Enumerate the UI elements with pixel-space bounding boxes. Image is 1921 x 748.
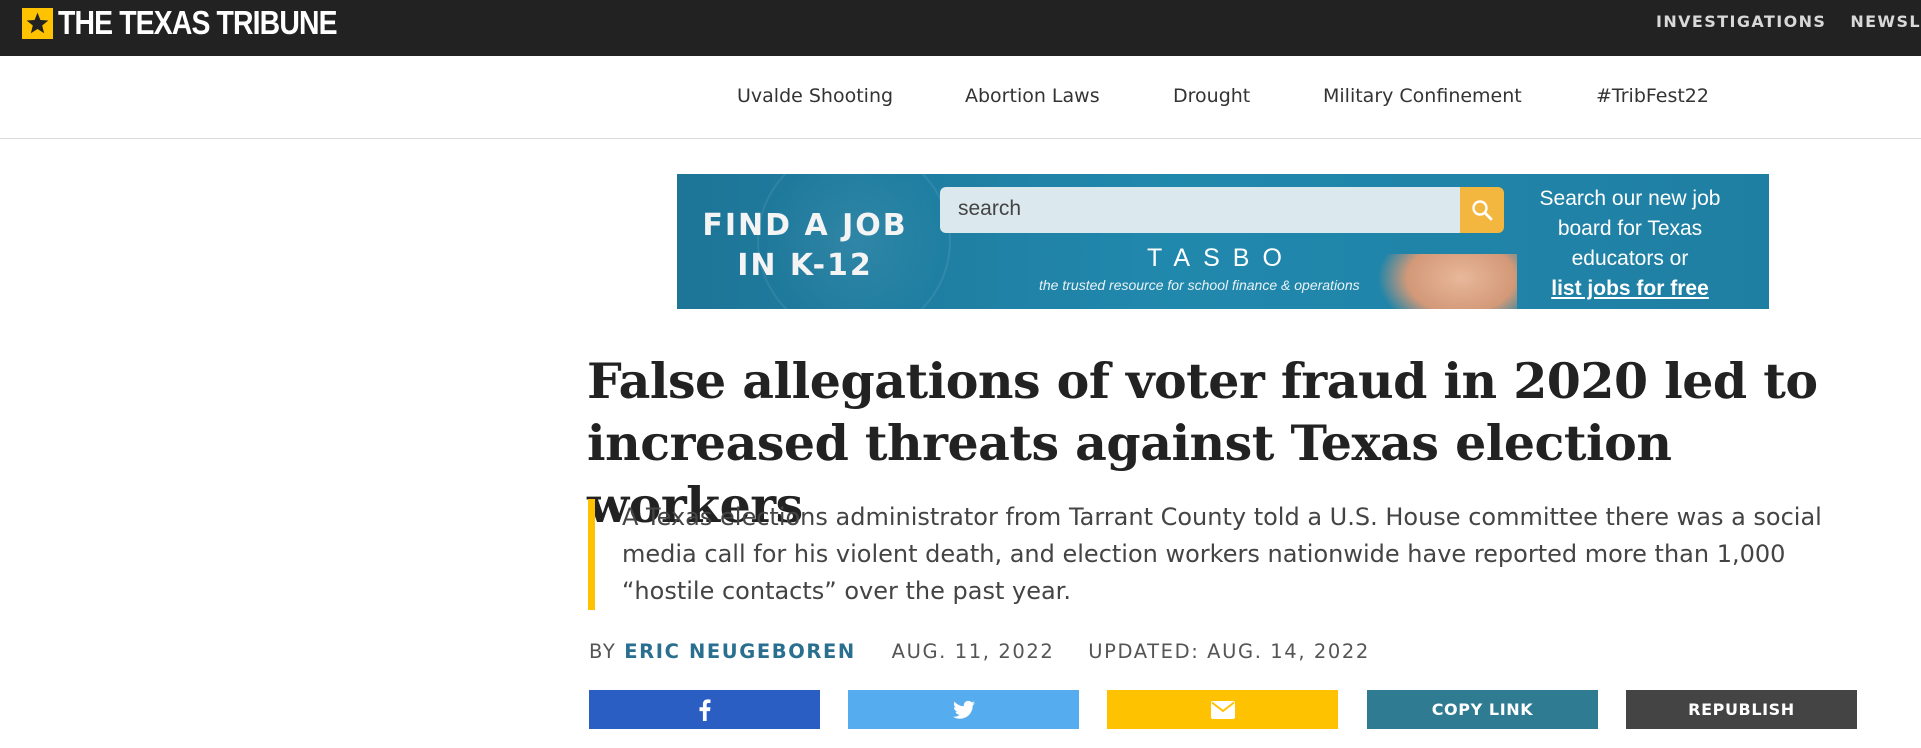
- ad-headline-line1: FIND A JOB: [702, 208, 908, 243]
- envelope-icon: [1210, 700, 1235, 719]
- share-twitter-button[interactable]: [848, 690, 1079, 729]
- share-email-button[interactable]: [1107, 690, 1338, 729]
- star-icon: [22, 7, 53, 39]
- ad-cta-link[interactable]: list jobs for free: [1520, 274, 1740, 304]
- twitter-icon: [952, 700, 975, 719]
- ad-headline: FIND A JOB IN K-12: [695, 206, 915, 286]
- top-nav-newsletters[interactable]: NEWSLETTERS: [1850, 12, 1921, 32]
- search-icon: [1472, 200, 1493, 221]
- byline-prefix: BY: [589, 640, 617, 663]
- topic-abortion-laws[interactable]: Abortion Laws: [965, 84, 1100, 108]
- copy-link-button[interactable]: COPY LINK: [1367, 690, 1598, 729]
- author-link[interactable]: ERIC NEUGEBOREN: [624, 640, 856, 663]
- topic-uvalde-shooting[interactable]: Uvalde Shooting: [737, 84, 893, 108]
- topic-tribfest22[interactable]: #TribFest22: [1596, 84, 1709, 108]
- ad-tagline: the trusted resource for school finance …: [1039, 277, 1360, 293]
- ad-banner[interactable]: FIND A JOB IN K-12 search TASBO the trus…: [677, 174, 1769, 309]
- top-nav-investigations[interactable]: INVESTIGATIONS: [1656, 12, 1826, 32]
- ad-search-field[interactable]: search: [940, 187, 1465, 233]
- article-summary: A Texas elections administrator from Tar…: [588, 499, 1868, 610]
- site-header: THE TEXAS TRIBUNE INVESTIGATIONS NEWSLET…: [0, 0, 1921, 56]
- ad-headline-line2: IN K-12: [737, 248, 873, 283]
- ad-cta-line3: educators or: [1571, 247, 1689, 270]
- ad-cta-line2: board for Texas: [1557, 217, 1703, 240]
- topic-nav: Uvalde Shooting Abortion Laws Drought Mi…: [0, 56, 1921, 139]
- topic-drought[interactable]: Drought: [1173, 84, 1250, 108]
- ad-cta: Search our new job board for Texas educa…: [1520, 184, 1740, 304]
- site-logo[interactable]: THE TEXAS TRIBUNE: [22, 5, 382, 41]
- top-nav: INVESTIGATIONS NEWSLETTERS: [1656, 12, 1921, 32]
- ad-hand-graphic: [1377, 254, 1517, 309]
- ad-brand: TASBO: [1147, 244, 1295, 272]
- publish-date: AUG. 11, 2022: [891, 640, 1055, 663]
- updated-date: UPDATED: AUG. 14, 2022: [1088, 640, 1370, 663]
- article-byline: BY ERIC NEUGEBOREN AUG. 11, 2022 UPDATED…: [589, 640, 1370, 664]
- ad-cta-line1: Search our new job: [1539, 187, 1721, 210]
- topic-military-confinement[interactable]: Military Confinement: [1323, 84, 1522, 108]
- share-facebook-button[interactable]: [589, 690, 820, 729]
- ad-search-button[interactable]: [1460, 187, 1504, 233]
- ad-search-placeholder: search: [958, 197, 1022, 220]
- facebook-icon: [699, 698, 710, 721]
- republish-button[interactable]: REPUBLISH: [1626, 690, 1857, 729]
- site-name: THE TEXAS TRIBUNE: [58, 4, 338, 41]
